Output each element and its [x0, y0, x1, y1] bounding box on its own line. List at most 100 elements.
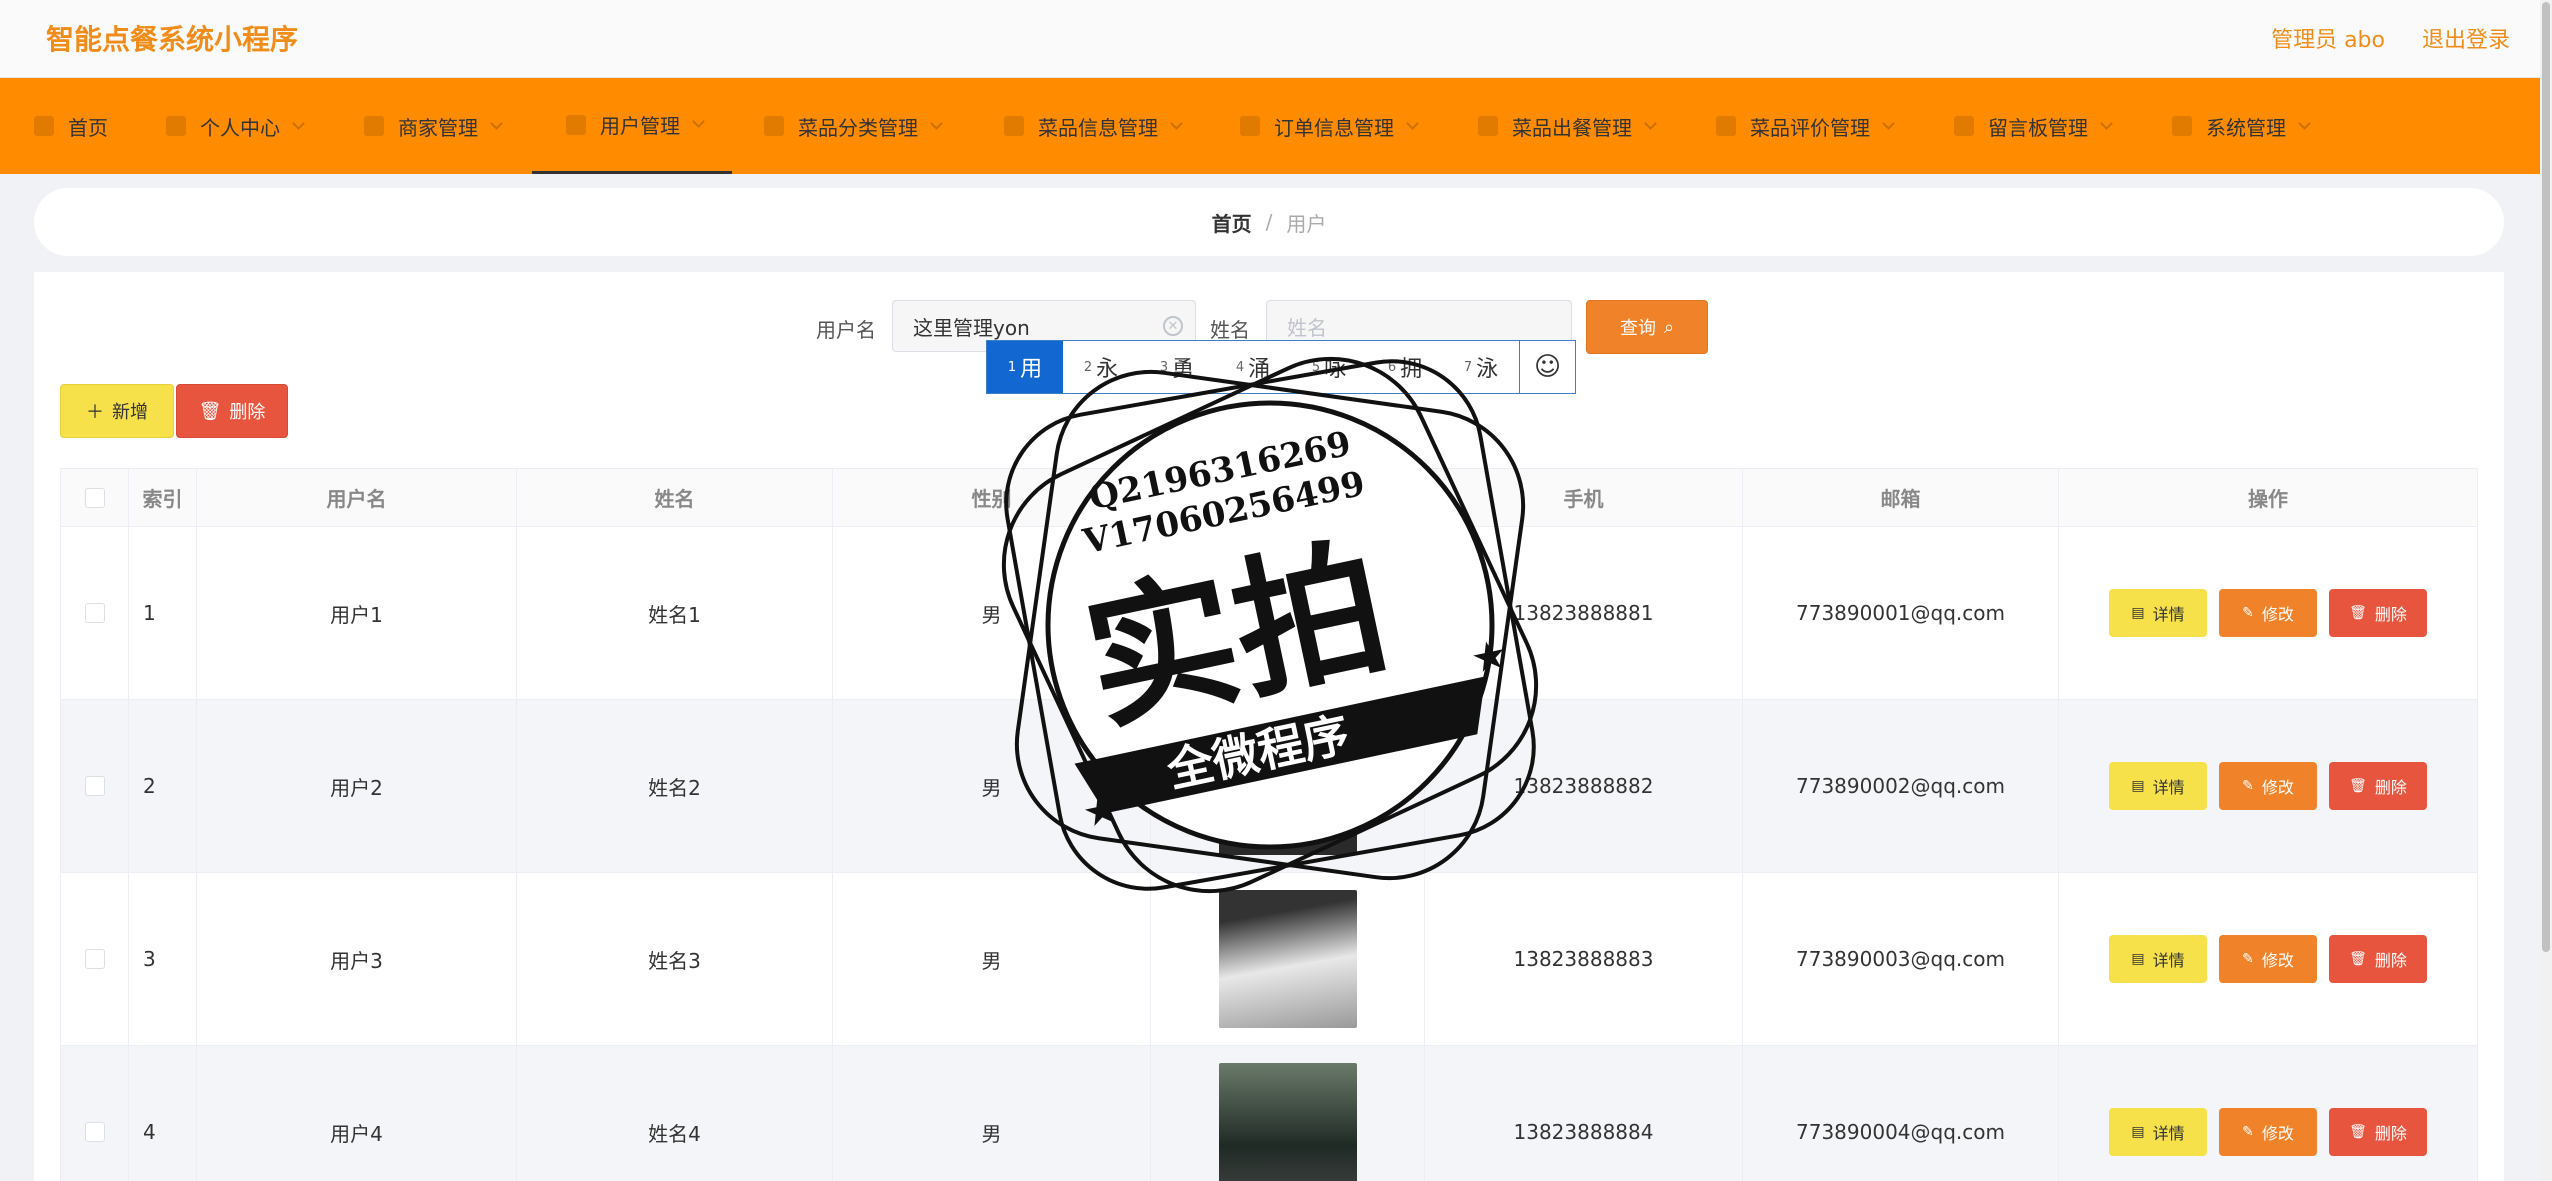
nav-item-dish-serving[interactable]: 菜品出餐管理	[1478, 78, 1657, 174]
emoji-icon[interactable]: ☺	[1519, 341, 1575, 393]
username-input-value: 这里管理yon	[913, 315, 1030, 340]
chevron-down-icon	[2100, 116, 2113, 130]
phone-cell: 13823888884	[1425, 1046, 1743, 1181]
nav-item-message-board[interactable]: 留言板管理	[1954, 78, 2113, 174]
delete-button[interactable]: 🗑 删除	[2329, 762, 2427, 810]
nav-item-dish-review[interactable]: 菜品评价管理	[1716, 78, 1895, 174]
edit-button[interactable]: ✎ 修改	[2219, 589, 2317, 637]
logout-link[interactable]: 退出登录	[2422, 28, 2510, 53]
chevron-down-icon	[1644, 116, 1657, 130]
row-checkbox[interactable]	[84, 1122, 105, 1142]
column-header: 手机	[1425, 469, 1743, 526]
username-cell: 用户2	[197, 700, 517, 872]
clear-icon[interactable]: ✕	[1163, 316, 1183, 336]
avatar	[1218, 544, 1357, 682]
chevron-down-icon	[1170, 116, 1183, 130]
name-input-placeholder: 姓名	[1287, 315, 1327, 340]
table-row: 2 用户2 姓名2 男 13823888882 773890002@qq.com…	[61, 700, 2477, 873]
nav-item-home[interactable]: 首页	[34, 78, 108, 174]
nav-item-merchant[interactable]: 商家管理	[364, 78, 503, 174]
chevron-down-icon	[490, 116, 503, 130]
ime-candidate[interactable]: 5咏	[1291, 341, 1367, 393]
batch-delete-button[interactable]: 🗑 删除	[176, 384, 288, 438]
column-header: 邮箱	[1743, 469, 2059, 526]
email-cell: 773890001@qq.com	[1743, 527, 2059, 699]
detail-button[interactable]: ▤ 详情	[2109, 762, 2207, 810]
delete-button[interactable]: 🗑 删除	[2329, 589, 2427, 637]
scrollbar-thumb[interactable]	[2542, 2, 2550, 952]
ime-candidate[interactable]: 7泳	[1443, 341, 1519, 393]
phone-icon	[1240, 116, 1260, 136]
username-cell: 用户4	[197, 1046, 517, 1181]
document-icon: ▤	[2131, 605, 2145, 621]
delete-button[interactable]: 🗑 删除	[2329, 935, 2427, 983]
avatar	[1218, 890, 1357, 1028]
detail-button[interactable]: ▤ 详情	[2109, 935, 2207, 983]
top-header: 智能点餐系统小程序 管理员 abo 退出登录	[0, 0, 2540, 78]
avatar	[1218, 1063, 1357, 1181]
nav-item-users[interactable]: 用户管理	[532, 78, 732, 174]
nav-item-label: 订单信息管理	[1274, 115, 1394, 140]
avatar-cell	[1151, 873, 1425, 1045]
column-header: 索引	[129, 469, 197, 526]
edit-button[interactable]: ✎ 修改	[2219, 1108, 2317, 1156]
add-button[interactable]: ＋ 新增	[60, 384, 174, 438]
index-cell: 1	[129, 527, 197, 699]
query-button[interactable]: 查询 ⌕	[1586, 300, 1708, 354]
detail-button[interactable]: ▤ 详情	[2109, 1108, 2207, 1156]
ime-candidate[interactable]: 1用	[987, 341, 1063, 393]
ime-candidate[interactable]: 2永	[1063, 341, 1139, 393]
edit-button[interactable]: ✎ 修改	[2219, 935, 2317, 983]
page-scrollbar[interactable]	[2540, 0, 2552, 1181]
delete-button[interactable]: 🗑 删除	[2329, 1108, 2427, 1156]
settings-icon	[1716, 116, 1736, 136]
plus-icon: ＋	[86, 402, 104, 423]
chevron-down-icon	[692, 115, 705, 128]
home-icon	[34, 116, 54, 136]
ime-candidate[interactable]: 6拥	[1367, 341, 1443, 393]
avatar	[1218, 717, 1357, 855]
nav-item-orders[interactable]: 订单信息管理	[1240, 78, 1419, 174]
edit-icon: ✎	[2242, 778, 2254, 794]
gender-cell: 男	[833, 527, 1151, 699]
actions-cell: ▤ 详情 ✎ 修改 🗑 删除	[2059, 700, 2477, 872]
row-checkbox[interactable]	[84, 776, 105, 796]
ime-candidate-popup: 1用 2永 3勇 4涌 5咏 6拥 7泳 ☺	[986, 340, 1576, 394]
column-header: 用户名	[197, 469, 517, 526]
user-icon	[166, 116, 186, 136]
trash-icon: 🗑	[2349, 1124, 2367, 1140]
edit-button[interactable]: ✎ 修改	[2219, 762, 2317, 810]
nav-item-label: 留言板管理	[1988, 115, 2088, 140]
nav-item-label: 菜品信息管理	[1038, 115, 1158, 140]
breadcrumb-home[interactable]: 首页	[1212, 208, 1252, 237]
edit-icon: ✎	[2242, 605, 2254, 621]
table-row: 4 用户4 姓名4 男 13823888884 773890004@qq.com…	[61, 1046, 2477, 1181]
ime-candidate[interactable]: 3勇	[1139, 341, 1215, 393]
breadcrumb-current: 用户	[1286, 211, 1327, 236]
row-select-cell	[61, 700, 129, 872]
nav-item-dish-category[interactable]: 菜品分类管理	[764, 78, 943, 174]
admin-label[interactable]: 管理员 abo	[2271, 28, 2385, 53]
select-all-checkbox[interactable]	[84, 487, 105, 508]
select-all-cell	[61, 469, 129, 526]
gender-cell: 男	[833, 700, 1151, 872]
settings-icon	[2172, 116, 2192, 136]
breadcrumb: 首页 / 用户	[34, 188, 2504, 256]
actions-cell: ▤ 详情 ✎ 修改 🗑 删除	[2059, 527, 2477, 699]
ime-candidate[interactable]: 4涌	[1215, 341, 1291, 393]
index-cell: 3	[129, 873, 197, 1045]
gender-cell: 男	[833, 873, 1151, 1045]
nav-item-system[interactable]: 系统管理	[2172, 78, 2311, 174]
avatar-cell	[1151, 1046, 1425, 1181]
breadcrumb-separator: /	[1265, 210, 1273, 234]
row-checkbox[interactable]	[84, 949, 105, 969]
avatar-cell	[1151, 527, 1425, 699]
table-row: 3 用户3 姓名3 男 13823888883 773890003@qq.com…	[61, 873, 2477, 1046]
detail-button[interactable]: ▤ 详情	[2109, 589, 2207, 637]
edit-icon: ✎	[2242, 951, 2254, 967]
nav-item-profile[interactable]: 个人中心	[166, 78, 305, 174]
row-checkbox[interactable]	[84, 603, 105, 623]
pin-icon	[1004, 116, 1024, 136]
top-right-actions: 管理员 abo 退出登录	[2241, 22, 2510, 54]
nav-item-dish-info[interactable]: 菜品信息管理	[1004, 78, 1183, 174]
